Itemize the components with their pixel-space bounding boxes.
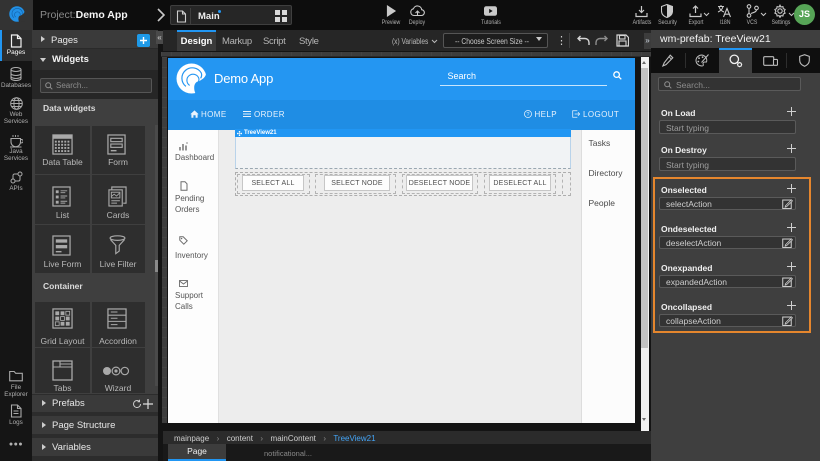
svg-text:?: ?	[526, 112, 529, 118]
